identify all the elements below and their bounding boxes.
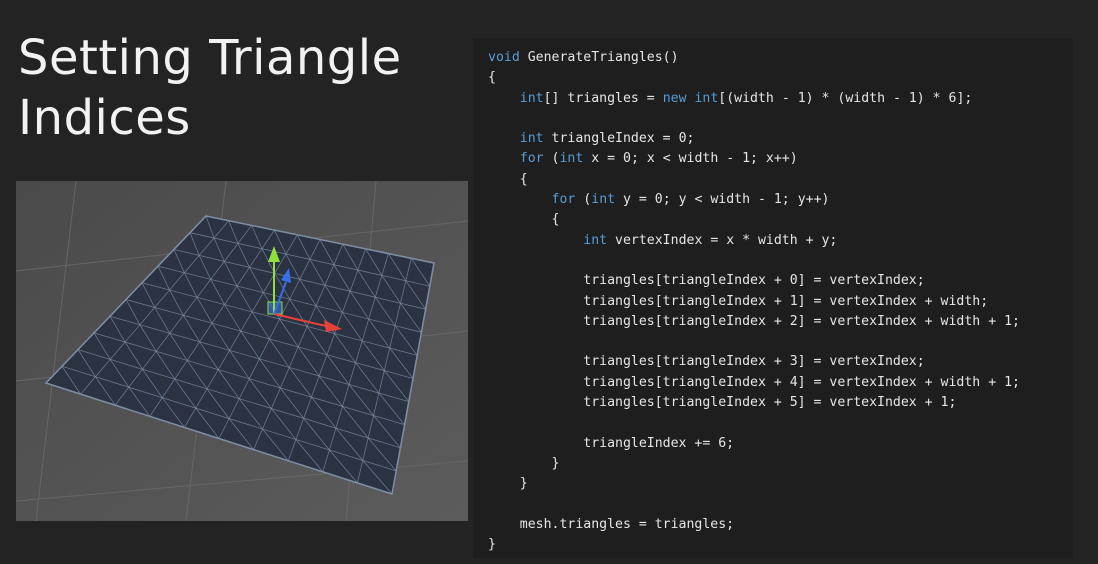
code-keyword: for [551,192,576,208]
code-keyword: int [694,90,719,106]
code-keyword: int [591,192,616,208]
code-line: triangles[triangleIndex + 5] = vertexInd… [488,393,1020,413]
code-text: y = 0; y < width - 1; y++) [615,192,830,208]
code-line: } [488,474,1020,494]
code-line: triangles[triangleIndex + 1] = vertexInd… [488,292,1020,312]
code-line: } [488,535,1020,555]
code-keyword: void [488,50,520,65]
code-keyword: int [519,90,544,106]
code-text: [(width - 1) * (width - 1) * 6]; [718,90,973,106]
code-line: { [488,68,1020,88]
code-line: { [488,170,1020,190]
code-text: { [488,70,496,86]
slide-title: Setting Triangle Indices [18,28,402,148]
code-line: int[] triangles = new int[(width - 1) * … [488,89,1020,109]
code-line: mesh.triangles = triangles; [488,515,1020,535]
code-text: GenerateTriangles() [519,50,679,65]
code-text: x = 0; x < width - 1; x++) [583,151,798,167]
code-keyword: int [559,151,584,167]
code-text: triangles[triangleIndex + 5] = vertexInd… [488,395,957,411]
code-keyword: int [583,232,608,248]
code-text: [] triangles = [543,90,663,106]
code-block: void GenerateTriangles(){ int[] triangle… [488,48,1020,555]
code-text: } [488,455,560,471]
code-line: triangles[triangleIndex + 3] = vertexInd… [488,352,1020,372]
code-line: int triangleIndex = 0; [488,129,1020,149]
code-text: ( [543,151,560,167]
code-text: { [488,212,560,228]
code-keyword: new [662,90,687,106]
code-text: { [488,171,528,187]
code-line: { [488,210,1020,230]
code-text: triangles[triangleIndex + 3] = vertexInd… [488,354,925,370]
code-text: triangles[triangleIndex + 4] = vertexInd… [488,374,1020,390]
code-text: triangleIndex += 6; [488,435,735,451]
slide-title-line2: Indices [18,90,191,146]
code-line: } [488,454,1020,474]
code-text: ( [575,192,592,208]
code-text: mesh.triangles = triangles; [488,516,735,532]
scene-viewport[interactable] [16,181,468,521]
code-line: triangles[triangleIndex + 0] = vertexInd… [488,271,1020,291]
code-text: } [488,537,496,553]
code-text: triangles[triangleIndex + 1] = vertexInd… [488,293,989,309]
code-line: triangles[triangleIndex + 2] = vertexInd… [488,312,1020,332]
code-line: triangleIndex += 6; [488,434,1020,454]
code-text: triangles[triangleIndex + 0] = vertexInd… [488,273,925,289]
code-text: vertexIndex = x * width + y; [607,232,838,248]
code-text: triangles[triangleIndex + 2] = vertexInd… [488,313,1020,329]
code-text: triangleIndex = 0; [543,131,695,147]
code-line: void GenerateTriangles() [488,48,1020,68]
code-line: for (int y = 0; y < width - 1; y++) [488,190,1020,210]
code-text: } [488,476,528,492]
code-keyword: for [519,151,544,167]
slide-title-line1: Setting Triangle [18,30,402,86]
code-line: int vertexIndex = x * width + y; [488,231,1020,251]
code-keyword: int [519,131,544,147]
code-line: triangles[triangleIndex + 4] = vertexInd… [488,373,1020,393]
code-line: for (int x = 0; x < width - 1; x++) [488,149,1020,169]
scene-canvas[interactable] [16,181,468,521]
